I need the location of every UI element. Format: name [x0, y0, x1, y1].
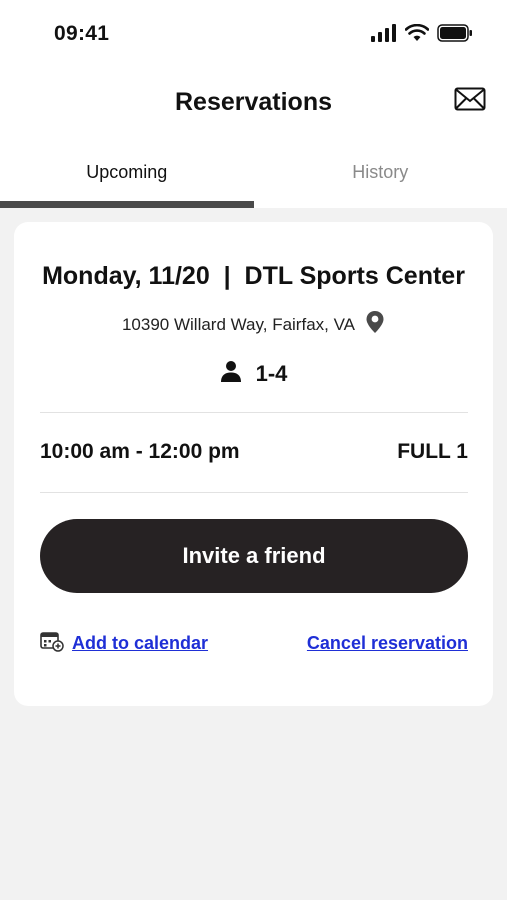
person-icon	[220, 360, 242, 388]
time-range: 10:00 am - 12:00 pm	[40, 440, 240, 463]
envelope-icon	[454, 87, 486, 116]
action-links: Add to calendar Cancel reservation	[40, 630, 468, 657]
status-icons	[371, 23, 473, 47]
status-text: FULL 1	[397, 440, 468, 463]
capacity-text: 1-4	[255, 361, 288, 386]
address-text: 10390 Willard Way, Fairfax, VA	[121, 314, 356, 334]
calendar-add-icon	[40, 630, 64, 657]
divider	[40, 492, 468, 493]
add-to-calendar-link[interactable]: Add to calendar	[72, 633, 208, 654]
location-pin-icon[interactable]	[365, 310, 385, 339]
tab-label: History	[352, 162, 409, 182]
cellular-signal-icon	[371, 23, 397, 47]
tab-active-indicator	[0, 201, 254, 208]
capacity-row: 1-4	[14, 360, 493, 388]
reservation-card: Monday, 11/20 | DTL Sports Center 10390 …	[14, 222, 493, 706]
cancel-reservation-link[interactable]: Cancel reservation	[307, 633, 468, 654]
wifi-icon	[404, 23, 430, 47]
time-row: 10:00 am - 12:00 pm FULL 1	[40, 440, 468, 464]
add-to-calendar[interactable]: Add to calendar	[40, 630, 208, 657]
status-bar: 09:41	[0, 0, 507, 68]
mail-button[interactable]	[452, 86, 488, 116]
tab-upcoming[interactable]: Upcoming	[0, 148, 254, 208]
invite-friend-button[interactable]: Invite a friend	[40, 519, 468, 593]
reservation-title: Monday, 11/20 | DTL Sports Center	[42, 262, 465, 290]
battery-icon	[437, 23, 473, 47]
divider	[40, 412, 468, 413]
page-title: Reservations	[174, 88, 333, 116]
tab-bar: Upcoming History	[0, 148, 507, 208]
tab-label: Upcoming	[86, 162, 168, 182]
status-time: 09:41	[54, 22, 110, 45]
tab-history[interactable]: History	[254, 148, 507, 208]
top-area: 09:41 Reservations Upcoming History	[0, 0, 507, 208]
address-row: 10390 Willard Way, Fairfax, VA	[14, 310, 493, 339]
